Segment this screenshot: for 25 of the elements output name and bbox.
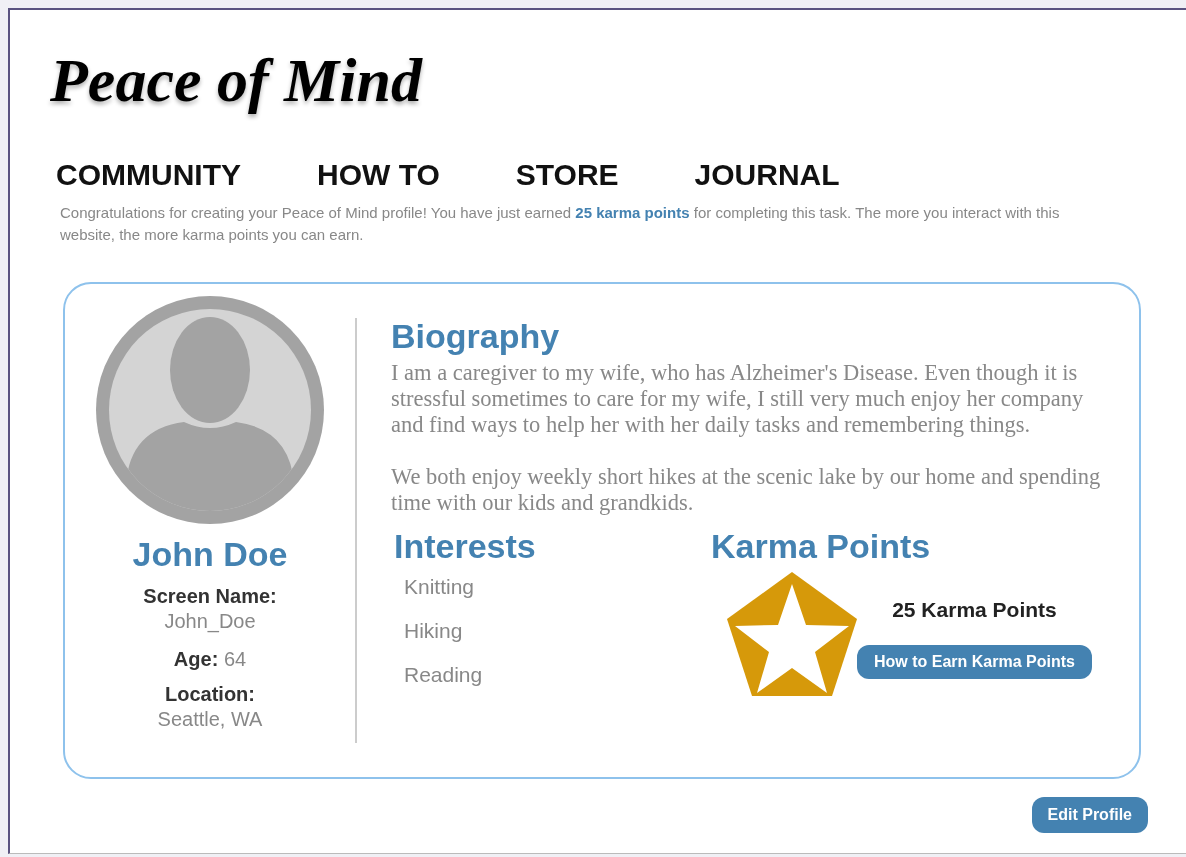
karma-heading: Karma Points bbox=[711, 526, 932, 566]
karma-info-button[interactable]: How to Earn Karma Points bbox=[857, 645, 1092, 679]
detail-label: Location: bbox=[165, 682, 255, 706]
edit-profile-button[interactable]: Edit Profile bbox=[1031, 797, 1148, 833]
interest-item: Hiking bbox=[404, 618, 464, 644]
nav-link[interactable]: COMMUNITY bbox=[56, 158, 241, 192]
site-logo: Peace of Mind bbox=[50, 46, 422, 114]
detail-value: John_Doe bbox=[164, 609, 256, 634]
intro-text: Congratulations for creating your Peace of Mind profile! You have just earned 25 karma points for completing this task. The more you interact with this website, the more karma points you can earn. bbox=[60, 203, 1061, 245]
biography-heading: Biography bbox=[391, 316, 561, 356]
nav-link[interactable]: STORE bbox=[515, 158, 619, 192]
detail-value: Seattle, WA bbox=[157, 707, 263, 732]
biography-text: We both enjoy weekly short hikes at the scenic lake by our home and spending time with our kids and grandkids. bbox=[391, 464, 1102, 516]
profile-detail: Age: 64 bbox=[173, 647, 247, 672]
avatar-icon bbox=[94, 294, 326, 526]
interest-item: Knitting bbox=[404, 574, 476, 600]
biography-text: I am a caregiver to my wife, who has Alzheimer's Disease. Even though it is stressful sometimes to care for my wife, I still very much enjoy her company and find ways to help her with her daily tasks and remembering things. bbox=[391, 360, 1085, 438]
nav-link[interactable]: JOURNAL bbox=[694, 158, 840, 192]
detail-label: Screen Name: bbox=[143, 584, 277, 608]
interest-item: Reading bbox=[404, 662, 484, 688]
star-pentagon-icon bbox=[725, 570, 859, 698]
interests-heading: Interests bbox=[394, 526, 537, 566]
karma-total: 25 Karma Points bbox=[892, 597, 1057, 623]
profile-name: John Doe bbox=[132, 534, 288, 574]
nav-link[interactable]: HOW TO bbox=[317, 158, 440, 192]
